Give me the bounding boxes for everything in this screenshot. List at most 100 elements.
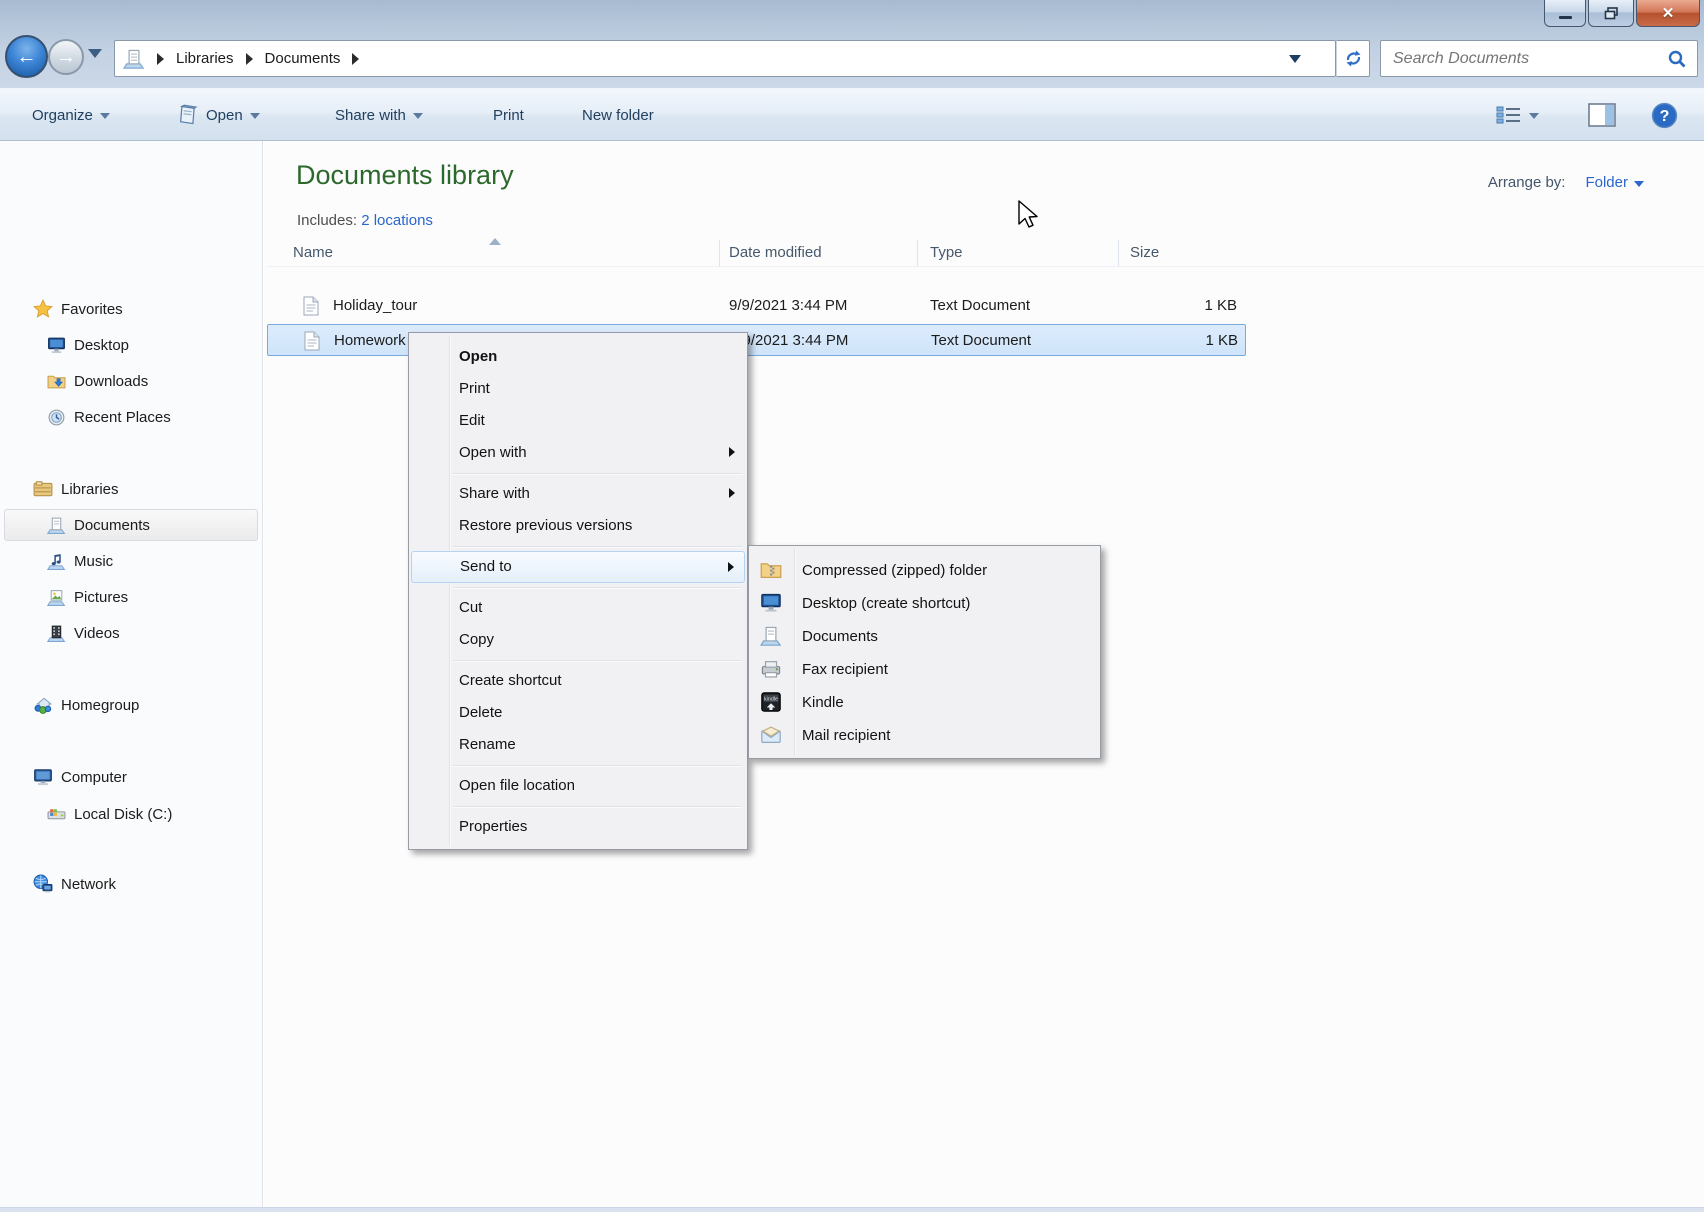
menu-item-cut[interactable]: Cut [409,592,747,624]
column-separator[interactable] [719,240,720,266]
menu-item-open-file-location[interactable]: Open file location [409,770,747,802]
sidebar-item-pictures[interactable]: Pictures [47,581,128,613]
open-label: Open [206,107,243,124]
sendto-item-kindle[interactable]: kindle Kindle [749,686,1100,719]
address-dropdown-icon[interactable] [1289,55,1301,63]
sidebar-item-computer[interactable]: Computer [33,761,127,793]
sidebar-item-music[interactable]: Music [47,545,113,577]
menu-separator [409,469,747,478]
search-box [1380,40,1698,77]
sidebar-item-downloads[interactable]: Downloads [47,365,148,397]
search-input[interactable] [1381,50,1667,68]
menu-item-open[interactable]: Open [409,341,747,373]
menu-item-properties[interactable]: Properties [409,811,747,843]
file-row-holiday-tour[interactable]: Holiday_tour 9/9/2021 3:44 PM Text Docum… [267,290,1246,322]
open-button[interactable]: Open [177,89,260,141]
menu-item-restore-previous-versions[interactable]: Restore previous versions [409,510,747,542]
file-size: 1 KB [1118,325,1238,357]
menu-item-share-with[interactable]: Share with [409,478,747,510]
arrange-by[interactable]: Arrange by: Folder [1488,174,1644,191]
sidebar-item-homegroup[interactable]: Homegroup [33,689,139,721]
column-separator[interactable] [1118,240,1119,266]
local-disk-icon [47,805,66,824]
change-view-button[interactable] [1496,89,1539,141]
column-header-size[interactable]: Size [1130,240,1159,266]
search-icon [1667,49,1687,69]
file-type: Text Document [930,290,1030,322]
back-arrow-icon: ← [17,47,37,67]
menu-item-print[interactable]: Print [409,373,747,405]
arrange-by-label: Arrange by: [1488,174,1566,191]
sendto-item-documents[interactable]: Documents [749,620,1100,653]
share-with-button[interactable]: Share with [335,89,423,141]
kindle-icon: kindle [760,691,782,713]
breadcrumb-arrow-icon[interactable] [157,53,164,65]
menu-item-open-with[interactable]: Open with [409,437,747,469]
column-header-type[interactable]: Type [930,240,963,266]
column-separator[interactable] [917,240,918,266]
menu-item-create-shortcut[interactable]: Create shortcut [409,665,747,697]
new-folder-button[interactable]: New folder [582,89,654,141]
svg-text:kindle: kindle [764,697,778,703]
documents-library-icon [47,516,66,535]
sidebar-label: Pictures [74,589,128,606]
menu-item-send-to[interactable]: Send to [411,551,745,583]
sidebar-item-local-disk-c[interactable]: Local Disk (C:) [47,798,172,830]
header-underline [267,266,1704,267]
includes-label: Includes: [297,212,357,229]
menu-item-edit[interactable]: Edit [409,405,747,437]
print-button[interactable]: Print [493,89,524,141]
sidebar-label: Recent Places [74,409,171,426]
breadcrumb-documents[interactable]: Documents [265,50,341,67]
minimize-button[interactable] [1544,0,1586,27]
file-size: 1 KB [1117,290,1237,322]
sidebar-item-desktop[interactable]: Desktop [47,329,129,361]
locations-link[interactable]: 2 locations [361,212,433,229]
sidebar-label: Libraries [61,481,119,498]
sendto-item-mail-recipient[interactable]: Mail recipient [749,719,1100,752]
sidebar-item-favorites[interactable]: Favorites [33,293,123,325]
sendto-item-desktop-shortcut[interactable]: Desktop (create shortcut) [749,587,1100,620]
sort-ascending-icon[interactable] [489,238,501,245]
menu-item-label: Desktop (create shortcut) [802,595,970,612]
preview-pane-button[interactable] [1588,89,1616,141]
new-folder-label: New folder [582,107,654,124]
forward-button[interactable]: → [48,39,84,75]
recent-pages-dropdown[interactable] [88,49,102,58]
zip-folder-icon [760,559,782,581]
menu-item-delete[interactable]: Delete [409,697,747,729]
back-button[interactable]: ← [5,35,48,78]
menu-item-rename[interactable]: Rename [409,729,747,761]
sendto-item-compressed-folder[interactable]: Compressed (zipped) folder [749,554,1100,587]
column-header-name[interactable]: Name [293,240,333,266]
page-title: Documents library [296,160,514,191]
breadcrumb-arrow-icon[interactable] [352,53,359,65]
menu-item-label: Documents [802,628,878,645]
close-icon: ✕ [1662,4,1675,22]
menu-separator [409,542,747,551]
sendto-item-fax-recipient[interactable]: Fax recipient [749,653,1100,686]
send-to-submenu: Compressed (zipped) folder Desktop (crea… [748,545,1101,759]
close-button[interactable]: ✕ [1636,0,1700,27]
maximize-button[interactable] [1588,0,1634,27]
column-header-date[interactable]: Date modified [729,240,822,266]
help-button[interactable]: ? [1651,89,1678,141]
sidebar-item-recent-places[interactable]: Recent Places [47,401,171,433]
address-bar[interactable]: Libraries Documents [114,40,1336,77]
sidebar-label: Network [61,876,116,893]
menu-separator [409,583,747,592]
breadcrumb-arrow-icon[interactable] [246,53,253,65]
refresh-button[interactable] [1336,40,1370,77]
sidebar-item-libraries[interactable]: Libraries [33,473,119,505]
sidebar-item-network[interactable]: Network [33,868,116,900]
sidebar-item-videos[interactable]: Videos [47,617,120,649]
explorer-window: ✕ ← → Libraries Documents [0,0,1704,1212]
arrange-by-value[interactable]: Folder [1585,174,1644,191]
sidebar-label: Computer [61,769,127,786]
breadcrumb-libraries[interactable]: Libraries [176,50,234,67]
sidebar-label: Videos [74,625,120,642]
organize-button[interactable]: Organize [32,89,110,141]
fax-icon [760,658,782,680]
sidebar-item-documents[interactable]: Documents [47,509,150,541]
menu-item-copy[interactable]: Copy [409,624,747,656]
